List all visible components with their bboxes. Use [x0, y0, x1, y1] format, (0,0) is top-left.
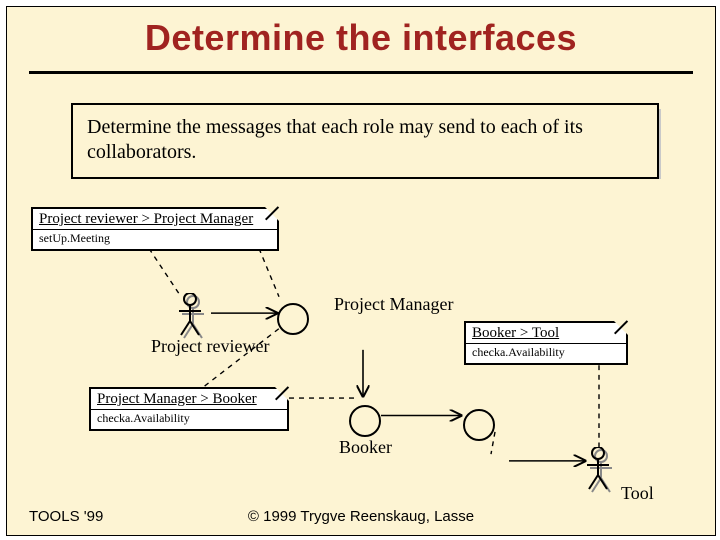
note-body: checka.Availability [466, 343, 626, 363]
booker-node-icon [349, 405, 381, 437]
note-header: Booker > Tool [466, 323, 626, 343]
manager-node-icon [277, 303, 309, 335]
slide-canvas: Determine the interfaces Determine the m… [6, 6, 716, 536]
note-header: Project Manager > Booker [91, 389, 287, 409]
diagram-area: Project reviewer > Project Manager setUp… [29, 205, 693, 485]
title-rule [29, 71, 693, 74]
intro-box: Determine the messages that each role ma… [71, 103, 659, 179]
note-body: setUp.Meeting [33, 229, 277, 249]
note-reviewer-to-manager: Project reviewer > Project Manager setUp… [31, 207, 279, 251]
slide-title: Determine the interfaces [7, 17, 715, 59]
note-header: Project reviewer > Project Manager [33, 209, 277, 229]
note-manager-to-booker: Project Manager > Booker checka.Availabi… [89, 387, 289, 431]
note-body: checka.Availability [91, 409, 287, 429]
label-project-manager: Project Manager [334, 295, 414, 314]
label-project-reviewer: Project reviewer [151, 337, 231, 356]
label-tool: Tool [621, 483, 654, 504]
label-booker: Booker [339, 437, 392, 458]
note-booker-to-tool: Booker > Tool checka.Availability [464, 321, 628, 365]
footer-center: © 1999 Trygve Reenskaug, Lasse [29, 508, 693, 525]
actor-icon [179, 293, 205, 337]
actor-icon [587, 447, 613, 491]
intermediate-node-icon [463, 409, 495, 441]
